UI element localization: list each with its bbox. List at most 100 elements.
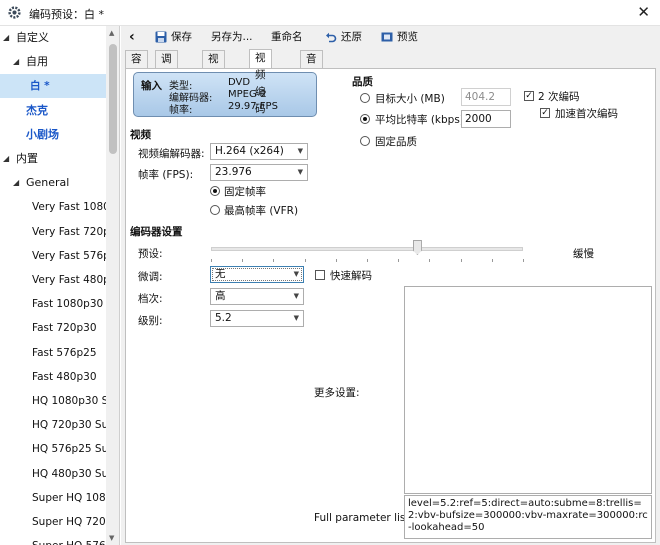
two-pass-label[interactable]: 2 次编码 bbox=[538, 89, 580, 104]
chevron-down-icon: ▼ bbox=[297, 168, 303, 176]
slider-tick bbox=[429, 259, 431, 262]
toolbar: ‹ 保存 另存为... 重命名 还原 预览 bbox=[121, 26, 660, 48]
restore-button[interactable]: 还原 bbox=[325, 28, 362, 46]
rename-button[interactable]: 重命名 bbox=[271, 28, 303, 46]
close-icon[interactable]: ✕ bbox=[637, 3, 650, 21]
tree-item[interactable]: Fast 576p25 bbox=[0, 341, 106, 365]
tree-item-label: 内置 bbox=[16, 152, 38, 165]
tune-select[interactable]: 无 ▼ bbox=[210, 266, 304, 283]
editor-panel: ‹ 保存 另存为... 重命名 还原 预览 容 调 视 视频编码 音 输入 类型… bbox=[121, 26, 660, 545]
tab-video-encoding[interactable]: 视频编码 bbox=[249, 49, 272, 115]
video-heading: 视频 bbox=[130, 129, 151, 141]
slider-tick bbox=[211, 259, 212, 262]
save-as-label: 另存为... bbox=[211, 31, 253, 43]
target-size-radio[interactable] bbox=[360, 93, 370, 103]
chevron-down-icon: ▼ bbox=[297, 147, 303, 155]
tree-item-label: HQ 720p30 Surround bbox=[32, 419, 106, 432]
rename-label: 重命名 bbox=[271, 31, 303, 43]
input-fps-label: 帧率: bbox=[169, 105, 193, 116]
constant-fps-label[interactable]: 固定帧率 bbox=[224, 184, 266, 199]
turbo-first-pass-label[interactable]: 加速首次编码 bbox=[555, 106, 618, 121]
tree-item[interactable]: Very Fast 576p25 bbox=[0, 244, 106, 268]
tune-label: 微调: bbox=[138, 271, 163, 283]
chevron-down-icon: ▼ bbox=[293, 292, 299, 300]
tree-item[interactable]: Fast 720p30 bbox=[0, 316, 106, 340]
window-title: 编码预设：白 * bbox=[29, 8, 104, 21]
tree-item[interactable]: Fast 480p30 bbox=[0, 365, 106, 389]
tree-expander-icon[interactable]: ◢ bbox=[13, 50, 19, 74]
input-summary: 输入 类型: DVD 编解码器: MPEG-2 帧率: 29.97 FPS bbox=[133, 72, 317, 117]
constant-quality-label[interactable]: 固定品质 bbox=[375, 134, 417, 149]
tree-item[interactable]: Very Fast 480p30 bbox=[0, 268, 106, 292]
preset-slider-thumb[interactable] bbox=[412, 240, 422, 255]
tree-item[interactable]: ◢ General bbox=[0, 171, 106, 195]
video-encoding-page: 输入 类型: DVD 编解码器: MPEG-2 帧率: 29.97 FPS 视频… bbox=[125, 68, 656, 543]
tree-item[interactable]: ◢ 内置 bbox=[0, 147, 106, 171]
video-codec-select[interactable]: H.264 (x264) ▼ bbox=[210, 143, 308, 160]
tree-item-label: Fast 480p30 bbox=[32, 370, 97, 383]
scrollbar-thumb[interactable] bbox=[109, 44, 117, 154]
tree-item[interactable]: 杰克 bbox=[0, 99, 106, 123]
peak-fps-radio[interactable] bbox=[210, 205, 220, 215]
tree-item[interactable]: Very Fast 720p30 bbox=[0, 220, 106, 244]
tree-item[interactable]: ◢ 自定义 bbox=[0, 26, 106, 50]
two-pass-checkbox[interactable]: ✓ bbox=[524, 91, 534, 101]
level-label: 级别: bbox=[138, 315, 163, 327]
tab-video-filters[interactable]: 视频滤镜 bbox=[202, 50, 225, 116]
encoder-heading: 编码器设置 bbox=[130, 226, 183, 238]
tree-item-label: Super HQ 576p25 bbox=[32, 534, 106, 545]
fast-decode-label[interactable]: 快速解码 bbox=[330, 268, 372, 283]
scroll-up-icon[interactable]: ▲ bbox=[109, 29, 114, 37]
constant-fps-radio[interactable] bbox=[210, 186, 220, 196]
tree-item[interactable]: HQ 1080p30 Surround bbox=[0, 389, 106, 413]
turbo-first-pass-checkbox[interactable]: ✓ bbox=[540, 108, 550, 118]
slider-tick bbox=[523, 259, 524, 262]
constant-quality-radio[interactable] bbox=[360, 136, 370, 146]
tab-resize[interactable]: 调整尺寸 bbox=[155, 50, 178, 116]
fast-decode-checkbox[interactable] bbox=[315, 270, 325, 280]
tune-value: 无 bbox=[215, 268, 226, 280]
save-as-button[interactable]: 另存为... bbox=[211, 28, 253, 46]
avg-bitrate-label[interactable]: 平均比特率 (kbps) bbox=[375, 112, 464, 127]
tree-scrollbar[interactable]: ▲ ▼ bbox=[106, 26, 119, 545]
tree-item[interactable]: 小剧场 bbox=[0, 123, 106, 147]
tree-item[interactable]: HQ 720p30 Surround bbox=[0, 413, 106, 437]
tab-container[interactable]: 容器 bbox=[125, 50, 148, 82]
tab-audio-encoding[interactable]: 音频编码 bbox=[300, 50, 323, 116]
tree-item[interactable]: Super HQ 576p25 bbox=[0, 534, 106, 545]
save-label: 保存 bbox=[171, 31, 192, 43]
fps-label: 帧率 (FPS): bbox=[138, 169, 194, 181]
avg-bitrate-radio[interactable] bbox=[360, 114, 370, 124]
peak-fps-label[interactable]: 最高帧率 (VFR) bbox=[224, 203, 298, 218]
profile-label: 档次: bbox=[138, 293, 163, 305]
profile-select[interactable]: 高 ▼ bbox=[210, 288, 304, 305]
fps-select[interactable]: 23.976 ▼ bbox=[210, 164, 308, 181]
tree-item[interactable]: Fast 1080p30 bbox=[0, 292, 106, 316]
tree-item[interactable]: ◢ 自用 bbox=[0, 50, 106, 74]
target-size-label[interactable]: 目标大小 (MB) bbox=[375, 91, 445, 106]
preview-label: 预览 bbox=[397, 31, 418, 43]
gear-icon bbox=[8, 6, 21, 19]
preset-slider-track[interactable] bbox=[211, 247, 523, 251]
tree-item[interactable]: Very Fast 1080p30 bbox=[0, 195, 106, 219]
preview-button[interactable]: 预览 bbox=[381, 28, 418, 46]
tree-item[interactable]: HQ 576p25 Surround bbox=[0, 437, 106, 461]
tree-item[interactable]: Super HQ 1080p30 bbox=[0, 486, 106, 510]
level-value: 5.2 bbox=[215, 312, 232, 324]
avg-bitrate-input[interactable]: 2000 bbox=[461, 110, 511, 128]
target-size-input[interactable]: 404.2 bbox=[461, 88, 511, 106]
more-settings-textarea[interactable] bbox=[404, 286, 652, 494]
scroll-down-icon[interactable]: ▼ bbox=[109, 534, 114, 542]
tree-expander-icon[interactable]: ◢ bbox=[3, 26, 9, 50]
tree-item-label: Very Fast 576p25 bbox=[32, 249, 106, 262]
tree-expander-icon[interactable]: ◢ bbox=[3, 147, 9, 171]
tree-item[interactable]: 白 * bbox=[0, 74, 106, 99]
tree-item[interactable]: HQ 480p30 Surround bbox=[0, 462, 106, 486]
level-select[interactable]: 5.2 ▼ bbox=[210, 310, 304, 327]
back-button[interactable]: ‹ bbox=[129, 28, 135, 46]
slider-tick bbox=[304, 259, 306, 262]
tree-item-label: General bbox=[26, 176, 70, 190]
tree-expander-icon[interactable]: ◢ bbox=[13, 171, 19, 195]
save-button[interactable]: 保存 bbox=[155, 28, 192, 46]
tree-item[interactable]: Super HQ 720p30 bbox=[0, 510, 106, 534]
